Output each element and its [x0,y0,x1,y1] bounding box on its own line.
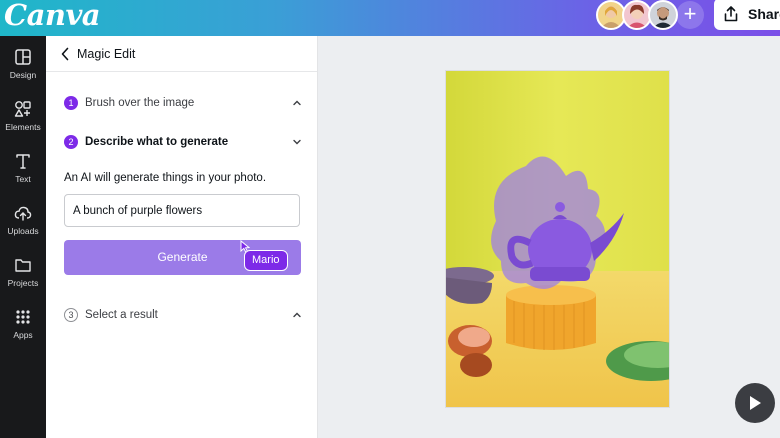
chevron-up-icon[interactable] [292,310,302,320]
share-label: Share [748,6,780,22]
step-number: 2 [64,135,78,149]
panel-header: Magic Edit [46,36,317,72]
step-select-result[interactable]: 3 Select a result [64,305,302,325]
magic-edit-panel: Magic Edit 1 Brush over the image 2 Desc… [46,36,318,438]
play-button[interactable] [735,383,775,423]
text-icon [16,154,30,169]
step-describe[interactable]: 2 Describe what to generate [64,132,302,152]
rail-label: Uploads [7,226,39,236]
canva-logo[interactable]: Canva [4,0,101,32]
step-number: 3 [64,308,78,322]
rail-item-design[interactable]: Design [0,44,46,92]
panel-title: Magic Edit [77,47,136,61]
share-button[interactable]: Share [714,0,780,30]
rail-item-uploads[interactable]: Uploads [0,200,46,248]
rail-label: Apps [13,330,33,340]
step-brush[interactable]: 1 Brush over the image [64,93,302,113]
rail-item-projects[interactable]: Projects [0,252,46,300]
rail-label: Design [9,70,37,80]
person-icon [653,7,673,28]
person-icon [627,4,647,28]
step-label: Describe what to generate [85,136,229,148]
rail-label: Elements [5,122,41,132]
step-label: Select a result [85,309,158,321]
person-icon [601,6,621,28]
top-bar: Canva + Shar [0,0,780,36]
back-icon[interactable] [60,47,70,61]
shapes-icon [14,101,31,117]
avatar[interactable] [648,0,678,30]
rail-item-apps[interactable]: Apps [0,304,46,352]
share-icon [724,6,738,22]
collaborator-avatars [596,0,678,30]
play-icon [750,396,761,410]
prompt-input[interactable] [64,194,300,227]
add-collaborator-button[interactable]: + [676,1,704,29]
rail-label: Projects [7,278,39,288]
teapot-photo[interactable] [446,71,669,407]
rail-label: Text [15,174,31,184]
step-description: An AI will generate things in your photo… [64,172,267,184]
step-number: 1 [64,96,78,110]
cloud-upload-icon [14,206,32,221]
rail-item-text[interactable]: Text [0,148,46,196]
side-rail: Design Elements Text Uploads Projects Ap… [0,36,46,438]
chevron-down-icon[interactable] [292,137,302,147]
chevron-up-icon[interactable] [292,98,302,108]
step-label: Brush over the image [85,97,195,109]
rail-item-elements[interactable]: Elements [0,96,46,144]
grid-icon [16,310,30,324]
collaborator-cursor-label: Mario [244,250,288,271]
folder-icon [15,259,31,272]
layout-icon [15,49,31,65]
design-artboard[interactable] [446,71,669,407]
